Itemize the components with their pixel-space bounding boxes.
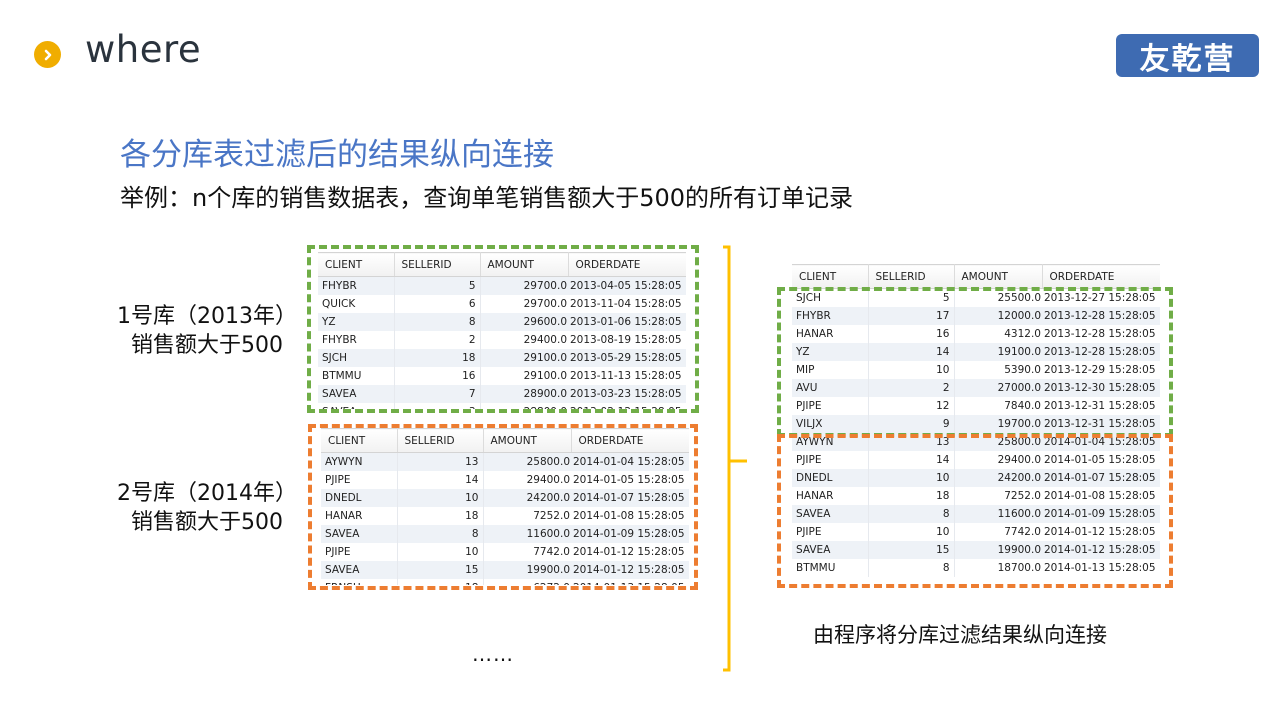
merged-2013-highlight-border [777,287,1173,437]
column-header-amount[interactable]: AMOUNT [954,264,1043,289]
column-header-orderdate[interactable]: ORDERDATE [1042,264,1160,289]
db2-label: 2号库（2014年） 销售额大于500 [107,479,307,537]
db1-label-line1: 1号库（2013年） [117,304,297,329]
page-heading: where [85,28,202,71]
db1-label: 1号库（2013年） 销售额大于500 [107,302,307,360]
db2-label-line1: 2号库（2014年） [117,481,297,506]
merge-bracket-icon [723,245,747,672]
example-description: 举例：n个库的销售数据表，查询单笔销售额大于500的所有订单记录 [120,184,854,212]
column-header-client[interactable]: CLIENT [792,264,869,289]
merged-table-header: CLIENT SELLERID AMOUNT ORDERDATE [792,264,1160,289]
merge-caption: 由程序将分库过滤结果纵向连接 [813,623,1107,647]
db2-label-line2: 销售额大于500 [131,510,283,535]
db1-highlight-border [307,245,699,413]
column-header-sellerid[interactable]: SELLERID [868,264,955,289]
db2-highlight-border [308,424,698,590]
db1-label-line2: 销售额大于500 [131,333,283,358]
brand-logo: 友乾营 [1116,34,1259,77]
more-databases-ellipsis: …… [472,642,514,666]
merged-2014-highlight-border [777,434,1173,588]
chevron-right-icon [34,41,61,68]
section-subtitle: 各分库表过滤后的结果纵向连接 [120,137,554,173]
